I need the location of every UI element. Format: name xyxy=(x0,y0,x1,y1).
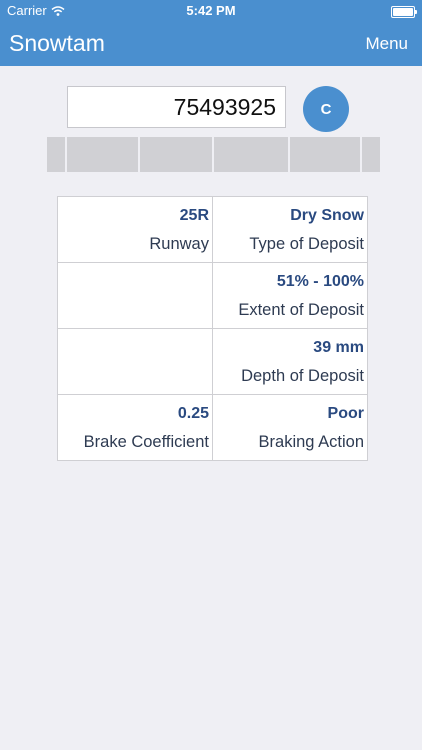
code-segment[interactable] xyxy=(47,137,65,172)
result-cell-brake-coefficient: 0.25 Brake Coefficient xyxy=(57,394,213,461)
deposit-type-value: Dry Snow xyxy=(290,207,364,224)
status-bar: Carrier 5:42 PM xyxy=(0,0,422,22)
braking-action-value: Poor xyxy=(327,405,364,422)
app-header: Carrier 5:42 PM Snowtam Menu xyxy=(0,0,422,66)
code-segment[interactable] xyxy=(214,137,288,172)
empty-value xyxy=(58,271,209,293)
clear-button[interactable]: C xyxy=(303,86,349,132)
battery-icon xyxy=(391,6,417,18)
table-row: 25R Runway Dry Snow Type of Deposit xyxy=(57,196,368,263)
brake-coefficient-value: 0.25 xyxy=(177,405,209,422)
deposit-type-label: Type of Deposit xyxy=(249,235,364,253)
page-title: Snowtam xyxy=(9,30,105,56)
table-row: 51% - 100% Extent of Deposit xyxy=(57,262,368,329)
result-cell-braking-action: Poor Braking Action xyxy=(212,394,368,461)
deposit-extent-label: Extent of Deposit xyxy=(238,301,364,319)
snowtam-code-input[interactable] xyxy=(67,86,286,128)
empty-value xyxy=(58,337,209,359)
code-segment[interactable] xyxy=(140,137,212,172)
deposit-extent-value: 51% - 100% xyxy=(276,273,364,290)
result-cell-deposit-depth: 39 mm Depth of Deposit xyxy=(212,328,368,395)
code-segment-bar xyxy=(0,137,422,172)
deposit-depth-label: Depth of Deposit xyxy=(241,367,364,385)
result-cell-deposit-type: Dry Snow Type of Deposit xyxy=(212,196,368,263)
brake-coefficient-label: Brake Coefficient xyxy=(83,433,209,451)
decoded-results-table: 25R Runway Dry Snow Type of Deposit 51% … xyxy=(57,196,368,461)
table-row: 39 mm Depth of Deposit xyxy=(57,328,368,395)
code-segment[interactable] xyxy=(67,137,138,172)
braking-action-label: Braking Action xyxy=(258,433,364,451)
code-segment[interactable] xyxy=(362,137,380,172)
status-time: 5:42 PM xyxy=(186,3,236,18)
result-cell-empty xyxy=(57,262,213,329)
runway-value: 25R xyxy=(179,207,209,224)
menu-button[interactable]: Menu xyxy=(365,34,408,54)
result-cell-deposit-extent: 51% - 100% Extent of Deposit xyxy=(212,262,368,329)
runway-label: Runway xyxy=(149,235,209,253)
result-cell-empty xyxy=(57,328,213,395)
deposit-depth-value: 39 mm xyxy=(313,339,364,356)
result-cell-runway: 25R Runway xyxy=(57,196,213,263)
code-segment[interactable] xyxy=(290,137,360,172)
table-row: 0.25 Brake Coefficient Poor Braking Acti… xyxy=(57,394,368,461)
